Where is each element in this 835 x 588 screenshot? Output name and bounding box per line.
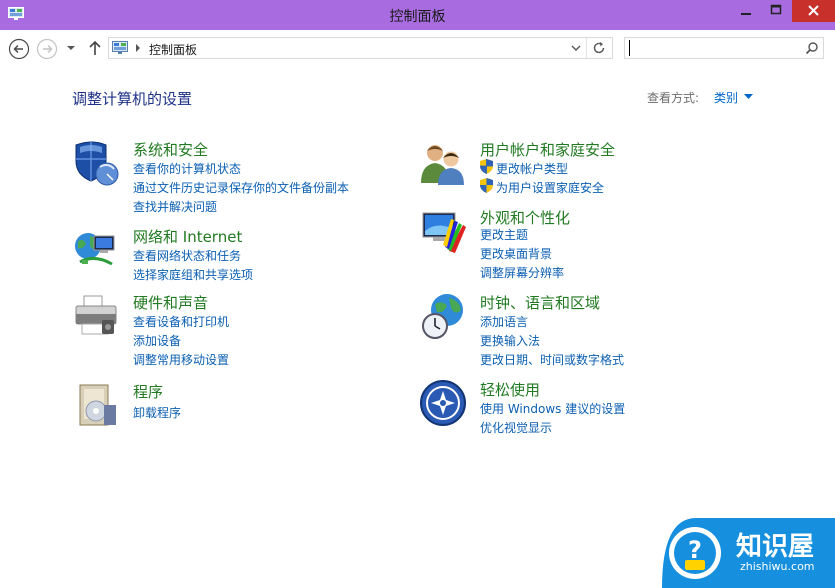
security-shield-icon[interactable]	[72, 139, 120, 187]
category-user-accounts: 用户帐户和家庭安全 更改帐户类型 为用户设置家庭安全	[419, 139, 739, 199]
category-title[interactable]: 外观和个性化	[480, 207, 570, 228]
users-icon[interactable]	[419, 139, 467, 187]
link-mobility-settings[interactable]: 调整常用移动设置	[133, 351, 229, 368]
link-change-theme[interactable]: 更改主题	[480, 226, 528, 243]
category-system-and-security: 系统和安全 查看你的计算机状态 通过文件历史记录保存你的文件备份副本 查找并解决…	[72, 139, 392, 219]
link-screen-resolution[interactable]: 调整屏幕分辨率	[480, 264, 564, 281]
link-troubleshoot[interactable]: 查找并解决问题	[133, 198, 217, 215]
category-ease-of-access: 轻松使用 使用 Windows 建议的设置 优化视觉显示	[419, 379, 739, 439]
link-add-language[interactable]: 添加语言	[480, 313, 528, 330]
link-desktop-background[interactable]: 更改桌面背景	[480, 245, 552, 262]
link-family-safety[interactable]: 为用户设置家庭安全	[496, 179, 604, 196]
refresh-icon[interactable]	[592, 41, 606, 55]
category-programs: 程序 卸载程序	[72, 381, 392, 429]
window-title: 控制面板	[389, 9, 446, 25]
link-change-account-type[interactable]: 更改帐户类型	[496, 160, 568, 177]
watermark-brand: 知识屋	[736, 532, 815, 562]
search-box[interactable]	[624, 37, 824, 59]
search-input[interactable]	[629, 40, 800, 56]
watermark: ? 知识屋 zhishiwu.com	[662, 518, 835, 588]
navigation-bar: 控制面板	[0, 30, 835, 66]
network-globe-icon[interactable]	[72, 226, 120, 274]
minimize-button[interactable]	[732, 0, 760, 22]
printer-icon[interactable]	[72, 292, 120, 340]
category-clock-language-region: 时钟、语言和区域 添加语言 更换输入法 更改日期、时间或数字格式	[419, 292, 739, 372]
search-icon[interactable]	[805, 41, 819, 55]
title-bar: 控制面板	[0, 0, 835, 30]
address-divider	[586, 38, 587, 58]
category-title[interactable]: 轻松使用	[480, 379, 540, 400]
category-title[interactable]: 网络和 Internet	[133, 226, 242, 247]
category-network-and-internet: 网络和 Internet 查看网络状态和任务 选择家庭组和共享选项	[72, 226, 392, 286]
clock-globe-icon[interactable]	[419, 292, 467, 340]
forward-button[interactable]	[36, 38, 58, 60]
address-bar[interactable]: 控制面板	[108, 37, 613, 59]
control-panel-icon	[112, 41, 128, 54]
programs-icon[interactable]	[72, 381, 120, 429]
maximize-button[interactable]	[760, 0, 792, 22]
uac-shield-icon	[480, 178, 493, 193]
link-optimize-visual-display[interactable]: 优化视觉显示	[480, 419, 552, 436]
link-windows-recommended-settings[interactable]: 使用 Windows 建议的设置	[480, 400, 625, 417]
category-title[interactable]: 系统和安全	[133, 139, 208, 160]
category-hardware-and-sound: 硬件和声音 查看设备和打印机 添加设备 调整常用移动设置	[72, 292, 392, 372]
category-title[interactable]: 程序	[133, 381, 163, 402]
link-devices-and-printers[interactable]: 查看设备和打印机	[133, 313, 229, 330]
back-button[interactable]	[8, 38, 30, 60]
category-title[interactable]: 时钟、语言和区域	[480, 292, 600, 313]
category-title[interactable]: 用户帐户和家庭安全	[480, 139, 615, 160]
view-by-value[interactable]: 类别	[714, 89, 738, 106]
link-view-computer-status[interactable]: 查看你的计算机状态	[133, 160, 241, 177]
link-uninstall-program[interactable]: 卸载程序	[133, 404, 181, 421]
link-file-history-backup[interactable]: 通过文件历史记录保存你的文件备份副本	[133, 179, 349, 196]
link-add-device[interactable]: 添加设备	[133, 332, 181, 349]
breadcrumb-separator-icon[interactable]	[135, 44, 141, 52]
category-appearance: 外观和个性化 更改主题 更改桌面背景 调整屏幕分辨率	[419, 207, 739, 287]
uac-shield-icon	[480, 159, 493, 174]
recent-locations-chevron-icon[interactable]	[66, 44, 76, 52]
link-homegroup[interactable]: 选择家庭组和共享选项	[133, 266, 253, 283]
view-by-chevron-icon[interactable]	[744, 94, 753, 100]
svg-text:?: ?	[688, 536, 702, 564]
watermark-url: zhishiwu.com	[740, 560, 815, 573]
link-network-status[interactable]: 查看网络状态和任务	[133, 247, 241, 264]
address-dropdown-chevron-icon[interactable]	[571, 44, 581, 52]
close-button[interactable]	[792, 0, 835, 22]
view-by-label: 查看方式:	[647, 91, 700, 105]
up-arrow-button[interactable]	[88, 40, 102, 56]
ease-of-access-icon[interactable]	[419, 379, 467, 427]
breadcrumb-control-panel[interactable]: 控制面板	[149, 41, 197, 58]
appearance-icon[interactable]	[419, 207, 467, 255]
link-date-time-format[interactable]: 更改日期、时间或数字格式	[480, 351, 624, 368]
link-change-input-method[interactable]: 更换输入法	[480, 332, 540, 349]
category-title[interactable]: 硬件和声音	[133, 292, 208, 313]
page-heading: 调整计算机的设置	[72, 90, 193, 108]
